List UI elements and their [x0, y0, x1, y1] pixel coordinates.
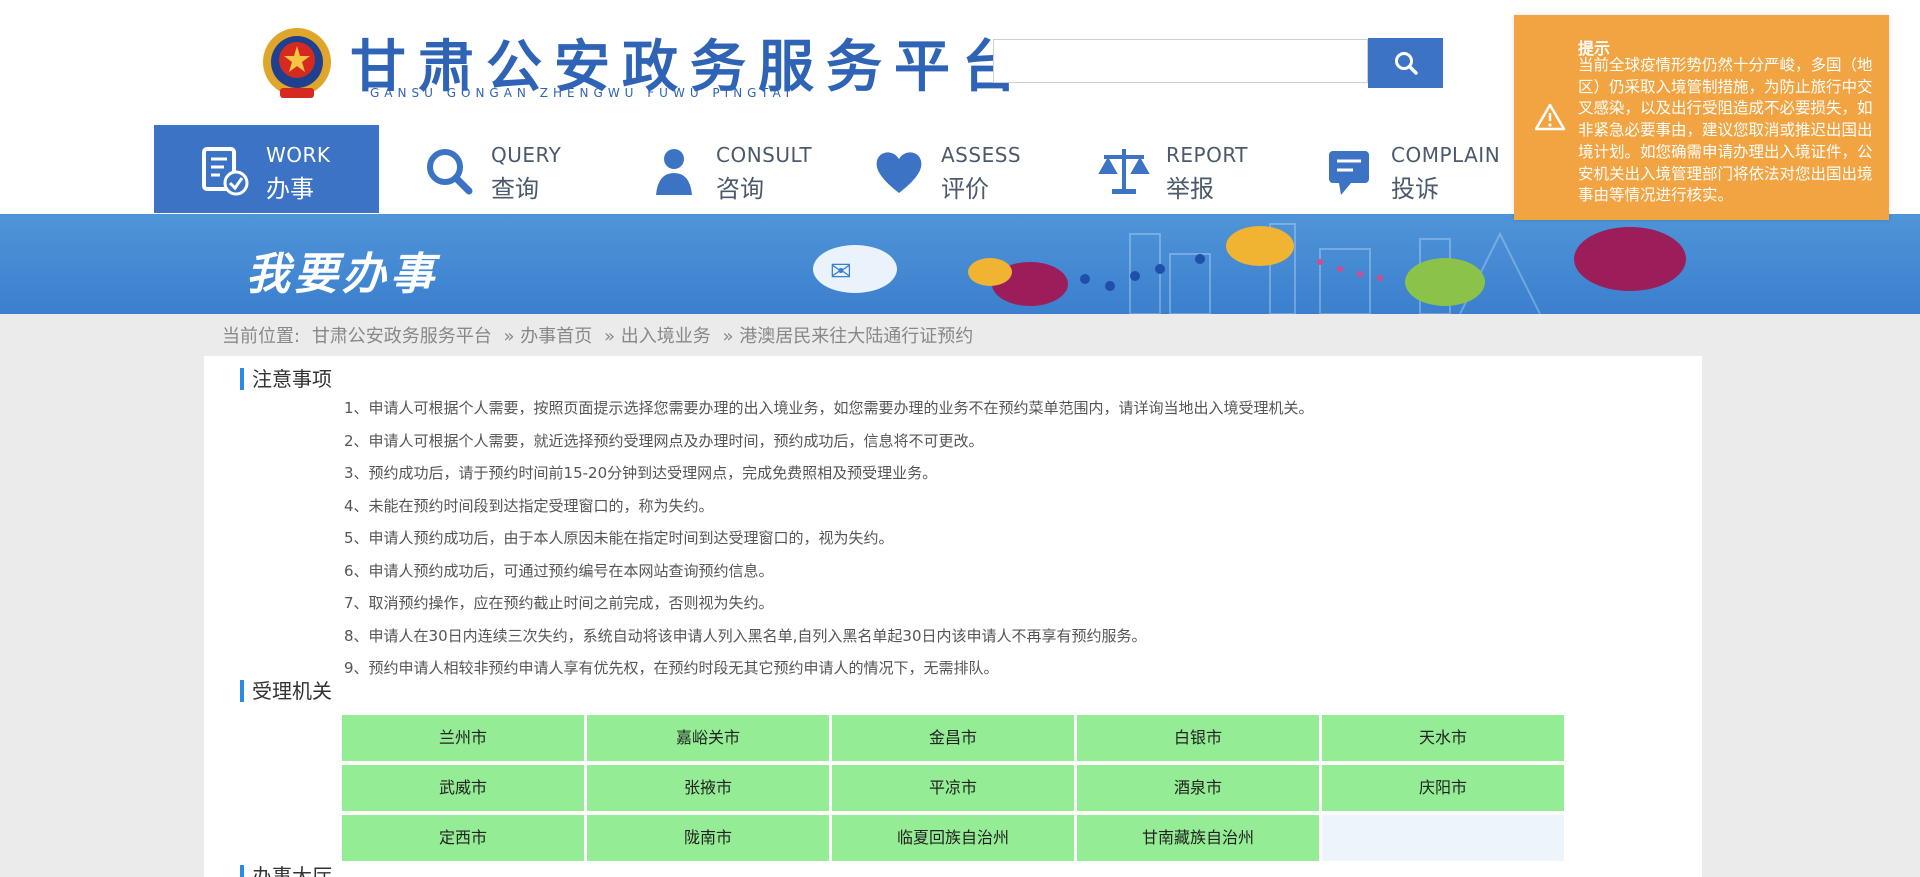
breadcrumb-item[interactable]: » 出入境业务: [604, 326, 711, 347]
nav-label-en: ASSESS: [941, 143, 1022, 167]
nav-label-en: WORK: [266, 143, 331, 167]
city-button[interactable]: 定西市: [342, 815, 584, 861]
notice-item: 6、申请人预约成功后，可通过预约编号在本网站查询预约信息。: [344, 561, 774, 580]
city-button[interactable]: 白银市: [1077, 715, 1319, 761]
nav-item-complain[interactable]: COMPLAIN 投诉: [1279, 125, 1504, 213]
search-button[interactable]: [1368, 38, 1443, 88]
content-panel: 注意事项 1、申请人可根据个人需要，按照页面提示选择您需要办理的出入境业务，如您…: [204, 356, 1702, 877]
nav-item-consult[interactable]: CONSULT 咨询: [604, 125, 829, 213]
notice-item: 3、预约成功后，请于预约时间前15-20分钟到达受理网点，完成免费照相及预受理业…: [344, 464, 938, 482]
city-button[interactable]: 酒泉市: [1077, 765, 1319, 811]
heart-icon: [876, 152, 922, 193]
city-button[interactable]: 嘉峪关市: [587, 715, 829, 761]
notice-item: 2、申请人可根据个人需要，就近选择预约受理网点及办理时间，预约成功后，信息将不可…: [344, 431, 984, 450]
nav-item-assess[interactable]: ASSESS 评价: [829, 125, 1054, 213]
banner-cloud-illustration: ✉: [813, 223, 1686, 314]
search-icon: [427, 149, 473, 195]
notice-popup[interactable]: 提示 当前全球疫情形势仍然十分严峻，多国（地区）仍采取入境管制措施，为防止旅行中…: [1514, 15, 1889, 220]
nav-label-cn: 评价: [941, 175, 989, 203]
hall-section-title: 办事大厅: [240, 865, 332, 877]
banner: 我要办事 ✉: [0, 214, 1920, 314]
document-check-icon: [202, 147, 249, 196]
police-emblem-icon: [263, 28, 331, 98]
nav-label-cn: 查询: [491, 175, 539, 203]
notice-item: 1、申请人可根据个人需要，按照页面提示选择您需要办理的出入境业务，如您需要办理的…: [344, 399, 1314, 417]
city-button[interactable]: 临夏回族自治州: [832, 815, 1074, 861]
search-input[interactable]: [993, 39, 1368, 83]
nav-label-en: QUERY: [491, 143, 562, 167]
notice-item: 8、申请人在30日内连续三次失约，系统自动将该申请人列入黑名单,自列入黑名单起3…: [344, 626, 1147, 645]
city-button[interactable]: 张掖市: [587, 765, 829, 811]
breadcrumb-item[interactable]: » 港澳居民来往大陆通行证预约: [722, 326, 973, 347]
nav-item-query[interactable]: QUERY 查询: [379, 125, 604, 213]
breadcrumb-item[interactable]: 甘肃公安政务服务平台: [312, 326, 492, 347]
notice-item: 7、取消预约操作，应在预约截止时间之前完成，否则视为失约。: [344, 594, 774, 612]
warning-icon: [1534, 103, 1566, 131]
nav-label-cn: 投诉: [1391, 175, 1439, 203]
city-button[interactable]: 武威市: [342, 765, 584, 811]
nav-label-en: REPORT: [1166, 143, 1248, 167]
empty-cell: [1322, 815, 1564, 861]
banner-title: 我要办事: [246, 249, 438, 300]
main-nav: WORK 办事 QUERY 查询 CONSULT 咨询 ASSESS 评价 RE…: [154, 125, 1534, 213]
city-button[interactable]: 甘南藏族自治州: [1077, 815, 1319, 861]
notice-item: 5、申请人预约成功后，由于本人原因未能在指定时间到达受理窗口的，视为失约。: [344, 529, 894, 547]
city-button[interactable]: 兰州市: [342, 715, 584, 761]
notice-item: 4、未能在预约时间段到达指定受理窗口的，称为失约。: [344, 496, 714, 515]
notice-section-title: 注意事项: [240, 368, 332, 390]
person-icon: [656, 149, 692, 195]
city-button[interactable]: 陇南市: [587, 815, 829, 861]
search-icon: [1395, 52, 1418, 75]
city-button[interactable]: 庆阳市: [1322, 765, 1564, 811]
nav-label-en: COMPLAIN: [1391, 143, 1501, 167]
city-button[interactable]: 天水市: [1322, 715, 1564, 761]
svg-text:✉: ✉: [830, 257, 852, 287]
nav-label-cn: 办事: [266, 175, 314, 203]
breadcrumb-item[interactable]: » 办事首页: [504, 326, 593, 347]
breadcrumb-label: 当前位置:: [222, 326, 301, 347]
notice-list: 1、申请人可根据个人需要，按照页面提示选择您需要办理的出入境业务，如您需要办理的…: [344, 392, 1644, 685]
popup-message: 当前全球疫情形势仍然十分严峻，多国（地区）仍采取入境管制措施，为防止旅行中交叉感…: [1578, 56, 1873, 205]
nav-label-en: CONSULT: [716, 143, 813, 167]
nav-item-report[interactable]: REPORT 举报: [1054, 125, 1279, 213]
offices-section-title: 受理机关: [240, 680, 332, 702]
breadcrumb: 当前位置: 甘肃公安政务服务平台 » 办事首页 » 出入境业务 » 港澳居民来往…: [222, 322, 979, 348]
chat-bubble-icon: [1329, 151, 1369, 195]
site-title-pinyin: GANSU GONGAN ZHENGWU FUWU PINGTAI: [370, 86, 795, 100]
city-button[interactable]: 金昌市: [832, 715, 1074, 761]
nav-label-cn: 举报: [1166, 175, 1214, 203]
city-button[interactable]: 平凉市: [832, 765, 1074, 811]
notice-item: 9、预约申请人相较非预约申请人享有优先权，在预约时段无其它预约申请人的情况下，无…: [344, 659, 999, 677]
nav-item-work[interactable]: WORK 办事: [154, 125, 379, 213]
scales-icon: [1098, 149, 1150, 194]
nav-label-cn: 咨询: [716, 175, 764, 203]
